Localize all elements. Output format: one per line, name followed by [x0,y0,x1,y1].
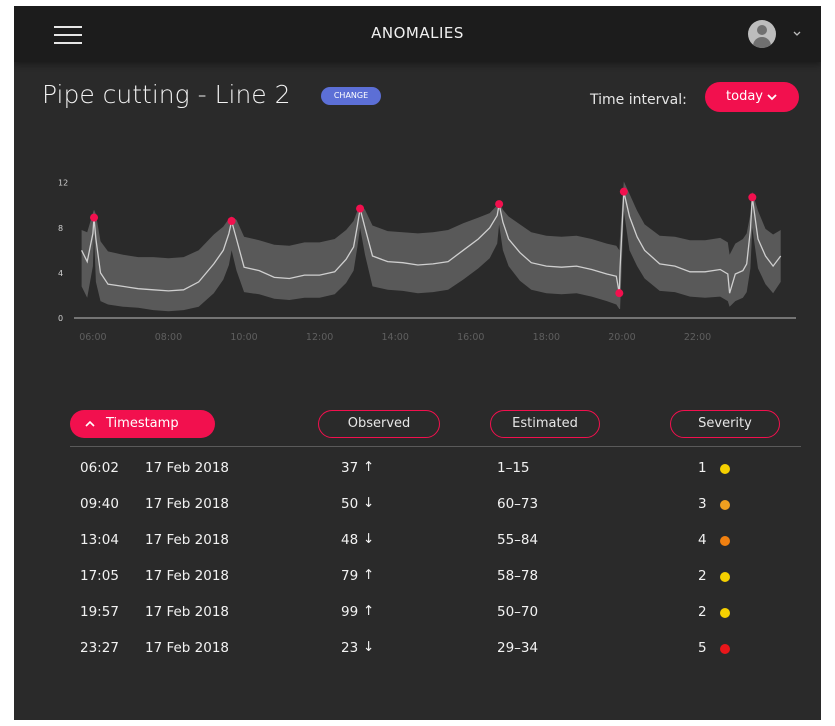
row-time: 09:40 [80,496,119,512]
anomaly-point [356,204,365,213]
x-tick-label: 18:00 [533,332,560,343]
chevron-down-icon[interactable] [792,30,802,38]
table-row[interactable]: 09:40 17 Feb 2018 50 ↓ 60–73 3 [14,495,821,532]
row-observed: 79 [341,568,359,584]
row-observed: 50 [341,496,359,512]
severity-dot [720,500,730,510]
anomaly-chart: 0 4 8 12 06:00 08:00 10:00 12:00 14:00 16:00 18:00… [58,179,796,343]
page-title: Pipe cutting - Line 2 [42,80,291,109]
row-estimated: 55–84 [497,532,539,548]
table-row[interactable]: 06:02 17 Feb 2018 37 ↑ 1–15 1 [14,459,821,496]
x-tick-label: 06:00 [79,332,106,343]
table-header-divider [70,446,801,447]
severity-dot [720,644,730,654]
y-tick-label: 0 [58,314,63,323]
chevron-up-icon [85,420,95,427]
x-tick-label: 16:00 [457,332,484,343]
row-time: 06:02 [80,460,119,476]
change-button[interactable]: CHANGE [321,87,381,105]
app-title: ANOMALIES [371,24,464,42]
sort-estimated-button[interactable]: Estimated [490,410,600,438]
anomaly-point [615,289,624,298]
row-date: 17 Feb 2018 [145,568,230,584]
y-tick-label: 4 [58,269,63,278]
x-tick-label: 22:00 [684,332,711,343]
chevron-down-icon [767,93,777,100]
severity-dot [720,536,730,546]
sort-observed-button[interactable]: Observed [318,410,440,438]
time-interval-value: today [726,89,763,104]
row-time: 17:05 [80,568,119,584]
row-time: 23:27 [80,640,119,656]
anomaly-point [495,200,504,209]
anomaly-point [227,216,236,225]
row-date: 17 Feb 2018 [145,496,230,512]
row-estimated: 58–78 [497,568,539,584]
table-row[interactable]: 17:05 17 Feb 2018 79 ↑ 58–78 2 [14,567,821,604]
top-bar: ANOMALIES [14,6,821,62]
row-observed: 37 [341,460,359,476]
arrow-up-icon: ↑ [363,567,375,583]
x-tick-label: 20:00 [608,332,635,343]
anomaly-point [619,187,628,196]
row-severity: 5 [698,640,707,656]
row-estimated: 60–73 [497,496,539,512]
arrow-up-icon: ↑ [363,603,375,619]
time-interval-label: Time interval: [590,92,687,108]
row-observed: 23 [341,640,359,656]
app-window: ANOMALIES Pipe cutting - Line 2 CHANGE T… [14,6,821,720]
time-interval-dropdown[interactable]: today [705,82,799,112]
sort-severity-button[interactable]: Severity [670,410,780,438]
row-severity: 3 [698,496,707,512]
row-estimated: 1–15 [497,460,530,476]
row-date: 17 Feb 2018 [145,640,230,656]
arrow-down-icon: ↓ [363,531,375,547]
row-observed: 48 [341,532,359,548]
user-avatar-icon[interactable] [748,20,776,48]
x-tick-label: 14:00 [382,332,409,343]
row-time: 13:04 [80,532,119,548]
row-date: 17 Feb 2018 [145,532,230,548]
arrow-up-icon: ↑ [363,459,375,475]
anomaly-point [748,193,757,202]
severity-dot [720,464,730,474]
severity-dot [720,572,730,582]
row-date: 17 Feb 2018 [145,604,230,620]
anomaly-point [90,213,99,222]
arrow-down-icon: ↓ [363,639,375,655]
y-tick-label: 12 [58,179,68,188]
row-observed: 99 [341,604,359,620]
x-tick-label: 08:00 [155,332,182,343]
confidence-band [81,181,781,312]
row-estimated: 50–70 [497,604,539,620]
row-severity: 2 [698,604,707,620]
severity-dot [720,608,730,618]
row-severity: 4 [698,532,707,548]
timestamp-header-label: Timestamp [106,416,179,431]
sort-timestamp-button[interactable]: Timestamp [70,410,215,438]
table-row[interactable]: 19:57 17 Feb 2018 99 ↑ 50–70 2 [14,603,821,640]
arrow-down-icon: ↓ [363,495,375,511]
row-time: 19:57 [80,604,119,620]
row-severity: 2 [698,568,707,584]
row-date: 17 Feb 2018 [145,460,230,476]
table-row[interactable]: 13:04 17 Feb 2018 48 ↓ 55–84 4 [14,531,821,568]
table-row[interactable]: 23:27 17 Feb 2018 23 ↓ 29–34 5 [14,639,821,676]
x-tick-label: 12:00 [306,332,333,343]
row-severity: 1 [698,460,707,476]
row-estimated: 29–34 [497,640,539,656]
y-tick-label: 8 [58,224,63,233]
x-tick-label: 10:00 [230,332,257,343]
